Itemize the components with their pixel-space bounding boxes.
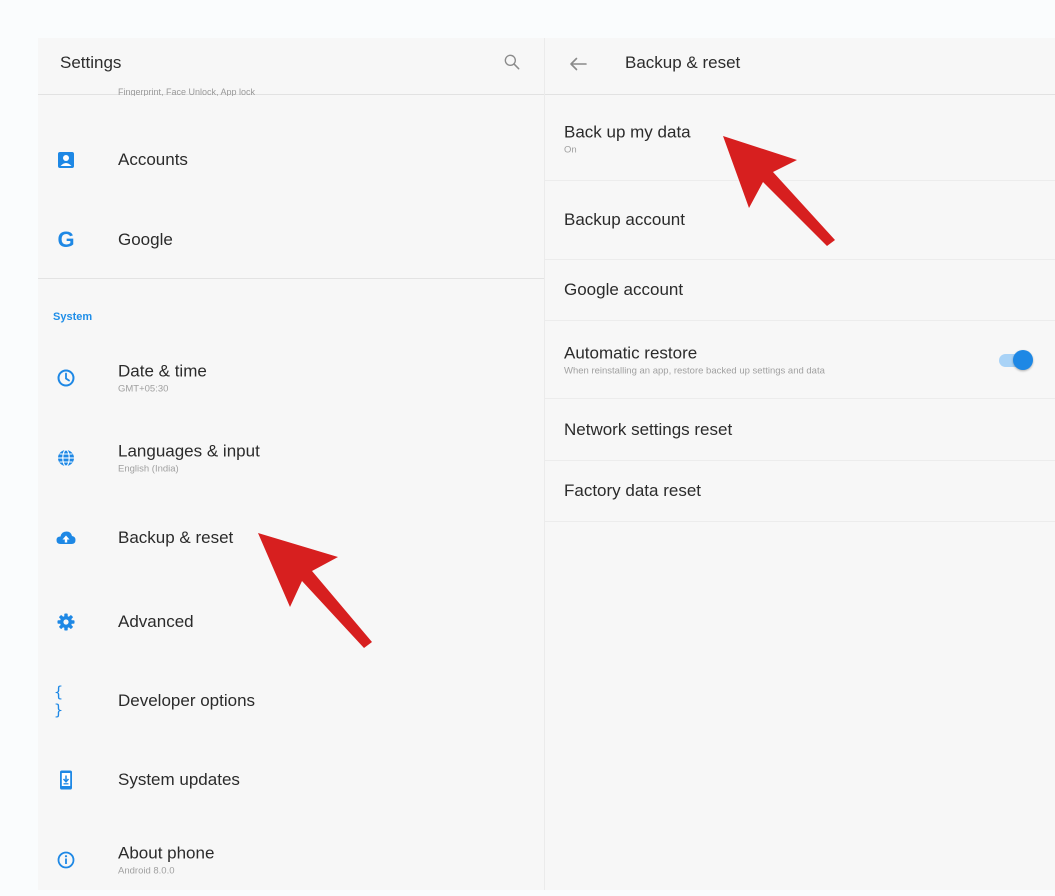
settings-item-date-time[interactable]: Date & time GMT+05:30: [38, 342, 544, 414]
google-g-icon: G: [57, 227, 75, 252]
settings-item-subtitle: English (India): [118, 463, 179, 475]
settings-item-about-phone[interactable]: About phone Android 8.0.0: [38, 824, 544, 896]
settings-item-label: Advanced: [118, 612, 194, 631]
backup-item-back-up-my-data[interactable]: Back up my data On: [545, 98, 1055, 181]
backup-item-label: Automatic restore: [564, 343, 698, 362]
search-icon[interactable]: [502, 52, 522, 72]
system-update-icon: [54, 768, 78, 792]
settings-item-advanced[interactable]: Advanced: [38, 586, 544, 658]
back-arrow-icon[interactable]: [567, 54, 589, 74]
settings-item-label: About phone: [118, 843, 215, 863]
backup-item-label: Network settings reset: [564, 419, 733, 439]
info-icon: [54, 848, 78, 872]
backup-reset-header: Backup & reset: [545, 38, 1055, 95]
backup-item-subtitle: When reinstalling an app, restore backed…: [564, 365, 825, 376]
settings-item-label: Accounts: [118, 150, 188, 169]
braces-icon: { }: [54, 683, 64, 719]
cloud-upload-icon: [54, 526, 78, 550]
backup-item-label: Backup account: [564, 210, 685, 229]
settings-item-system-updates[interactable]: System updates: [38, 744, 544, 816]
settings-item-google[interactable]: G Google: [38, 204, 544, 276]
settings-item-subtitle: Android 8.0.0: [118, 865, 175, 877]
settings-item-accounts[interactable]: Accounts: [38, 124, 544, 196]
backup-item-automatic-restore[interactable]: Automatic restore When reinstalling an a…: [545, 321, 1055, 399]
backup-item-label: Factory data reset: [564, 481, 702, 500]
automatic-restore-toggle[interactable]: [997, 349, 1033, 371]
settings-item-label: Languages & input: [118, 441, 260, 461]
clock-icon: [54, 366, 78, 390]
settings-item-label: System updates: [118, 770, 240, 789]
backup-item-factory-data-reset[interactable]: Factory data reset: [545, 461, 1055, 522]
settings-title: Settings: [60, 53, 122, 72]
toggle-thumb: [1013, 349, 1033, 370]
settings-item-label: Date & time: [118, 361, 207, 381]
backup-reset-title: Backup & reset: [625, 53, 741, 72]
backup-item-label: Back up my data: [564, 122, 691, 142]
section-label-system: System: [53, 311, 93, 323]
cut-off-subtitle: Fingerprint, Face Unlock, App lock: [118, 88, 256, 96]
settings-item-backup-reset[interactable]: Backup & reset: [38, 502, 544, 574]
settings-header: Settings: [38, 38, 544, 95]
globe-icon: [54, 446, 78, 470]
settings-item-developer-options[interactable]: { } Developer options: [38, 665, 544, 737]
settings-panel: Settings Fingerprint, Face Unlock, App l…: [38, 38, 545, 890]
gear-icon: [54, 610, 78, 634]
settings-item-subtitle: GMT+05:30: [118, 383, 169, 395]
settings-item-languages[interactable]: Languages & input English (India): [38, 422, 544, 494]
settings-item-label: Google: [118, 230, 173, 249]
account-box-icon: [54, 148, 78, 172]
section-divider: [38, 278, 544, 279]
settings-item-label: Developer options: [118, 691, 256, 710]
backup-item-network-settings-reset[interactable]: Network settings reset: [545, 399, 1055, 461]
backup-item-backup-account[interactable]: Backup account: [545, 181, 1055, 260]
backup-item-google-account[interactable]: Google account: [545, 260, 1055, 321]
backup-reset-panel: Backup & reset Back up my data On Backup…: [545, 38, 1055, 890]
backup-item-subtitle: On: [564, 144, 577, 156]
settings-item-label: Backup & reset: [118, 528, 234, 547]
backup-item-label: Google account: [564, 280, 684, 299]
